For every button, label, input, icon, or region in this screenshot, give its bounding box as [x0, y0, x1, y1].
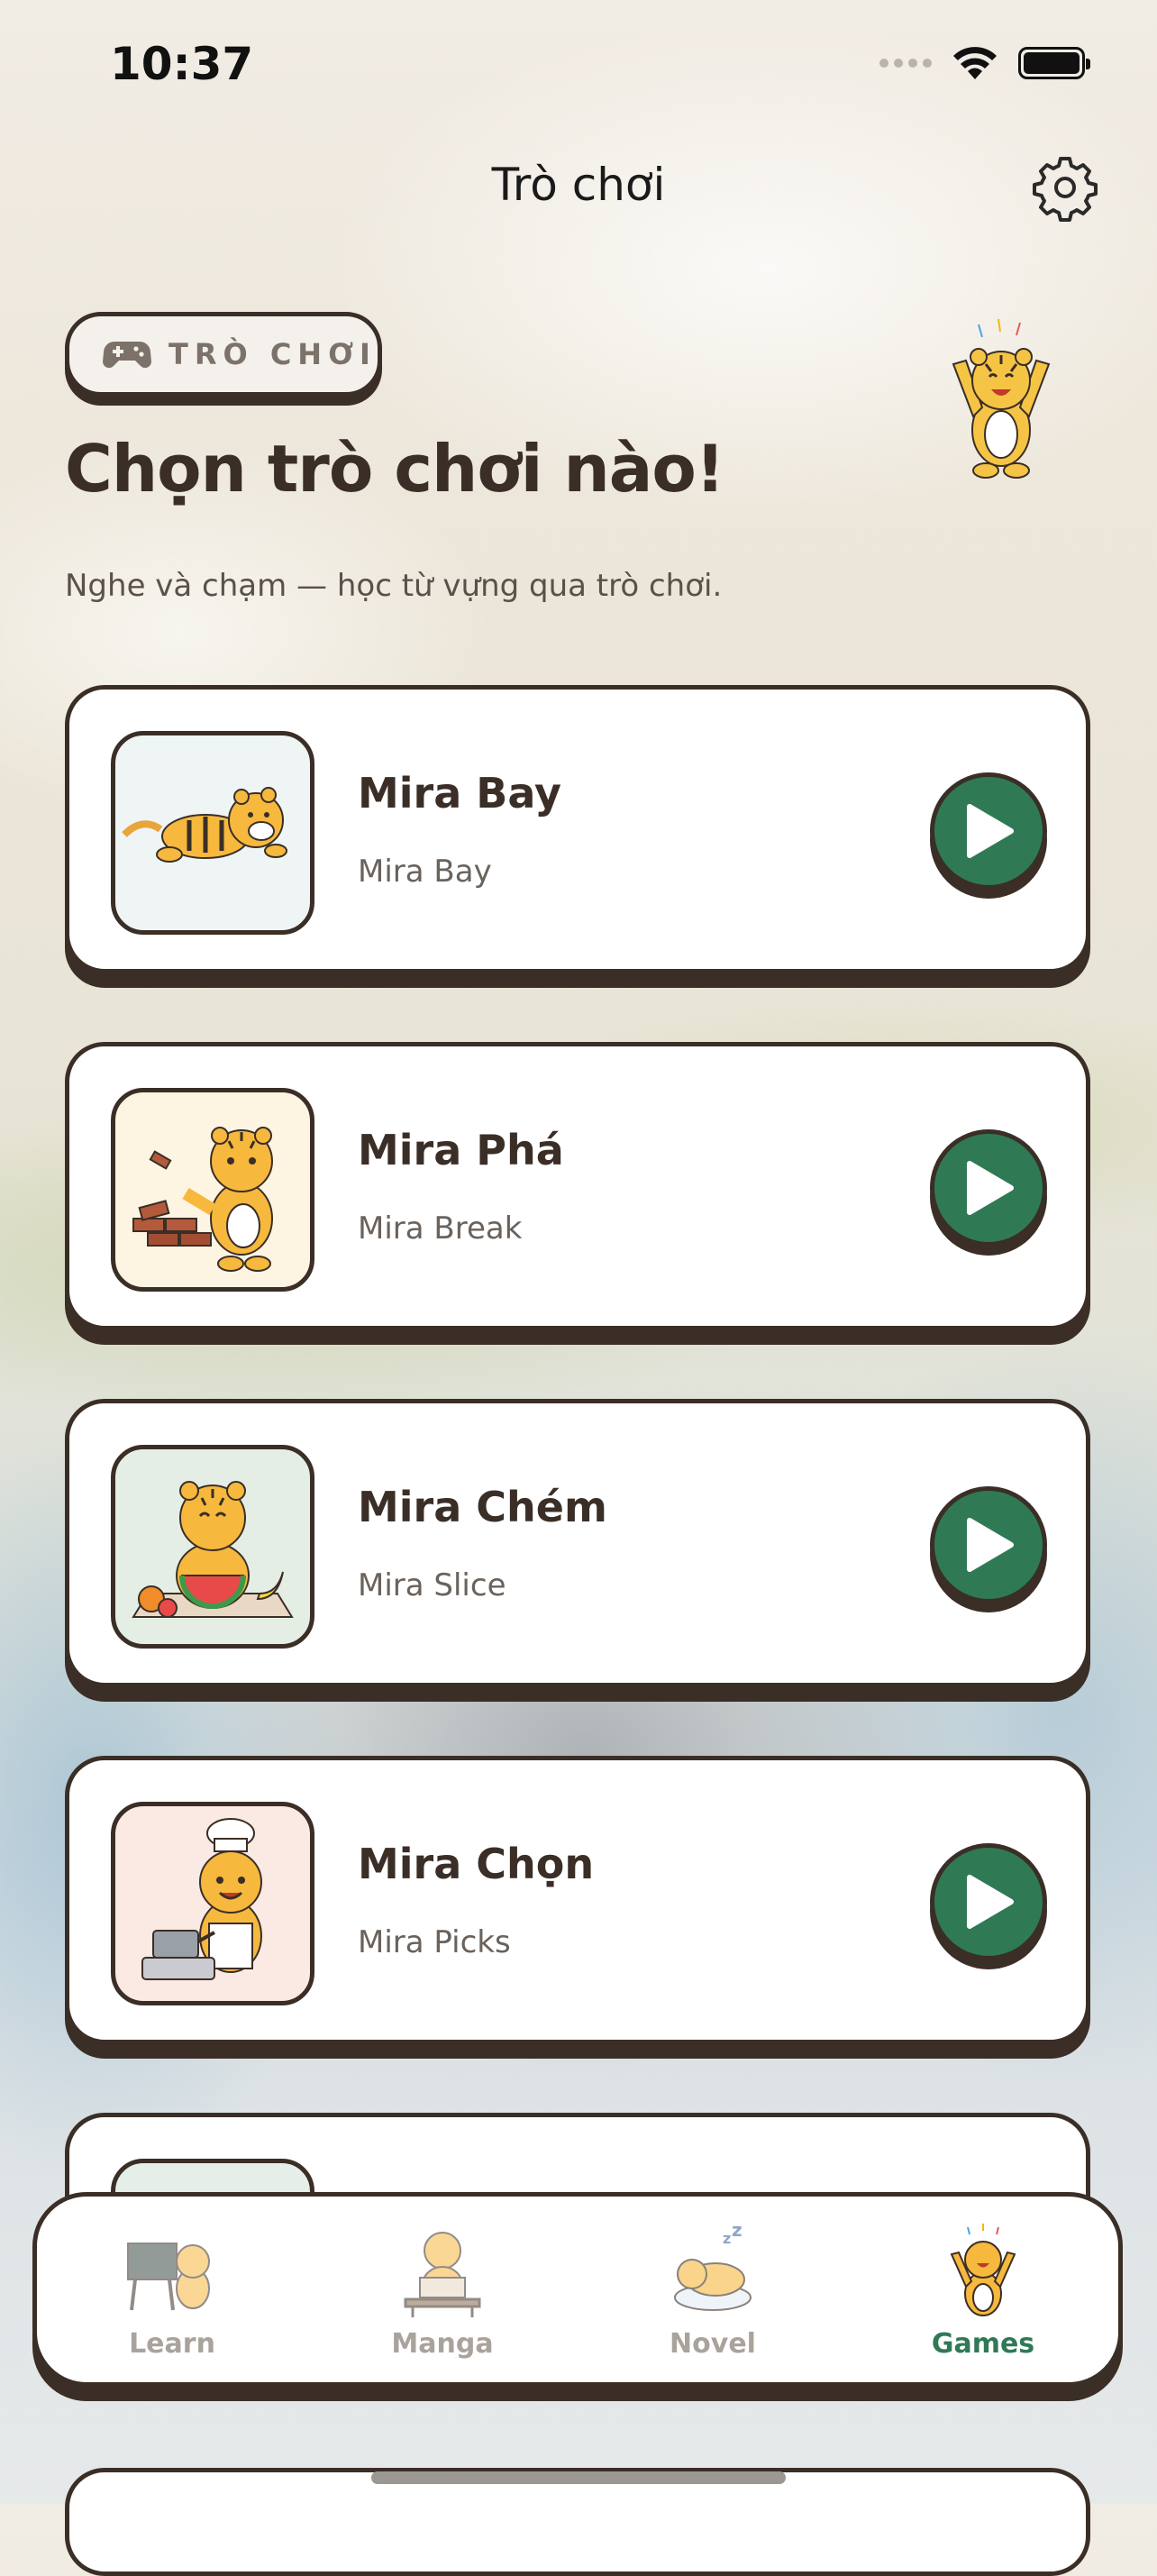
- game-subtitle: Mira Slice: [358, 1567, 506, 1603]
- game-card-mira-chon[interactable]: Mira Chọn Mira Picks: [65, 1756, 1090, 2044]
- svg-text:z: z: [723, 2230, 731, 2247]
- bottom-tab-bar: Learn Manga z z Novel Games: [32, 2192, 1123, 2387]
- tiger-chalkboard-icon: [127, 2243, 210, 2311]
- status-icons: [879, 45, 1090, 81]
- play-icon: [967, 1518, 1014, 1572]
- game-subtitle: Mira Break: [358, 1210, 523, 1247]
- game-card-mira-bay[interactable]: Mira Bay Mira Bay: [65, 685, 1090, 973]
- section-pill-label: TRÒ CHƠI: [169, 337, 377, 371]
- tiger-breaking-bricks-image: [132, 1127, 273, 1272]
- tiger-cheering-icon: [950, 2224, 1016, 2316]
- cellular-signal-icon: [879, 59, 932, 68]
- flying-tiger-image: [122, 787, 287, 863]
- tab-label: Learn: [129, 2328, 215, 2360]
- page-title: Trò chơi: [491, 159, 666, 211]
- tiger-sleeping-icon: z z: [674, 2224, 752, 2311]
- tab-label: Novel: [670, 2328, 756, 2360]
- game-thumbnail: [111, 1802, 314, 2005]
- play-button[interactable]: [930, 1843, 1047, 1960]
- game-card-mira-chem[interactable]: Mira Chém Mira Slice: [65, 1399, 1090, 1687]
- main-heading: Chọn trò chơi nào!: [65, 431, 725, 507]
- wifi-icon: [953, 47, 997, 79]
- battery-icon: [1018, 47, 1090, 79]
- game-subtitle: Mira Picks: [358, 1924, 511, 1960]
- tab-label: Games: [931, 2328, 1035, 2360]
- settings-gear-icon[interactable]: [1031, 153, 1099, 222]
- tab-learn[interactable]: Learn: [37, 2197, 307, 2382]
- tab-games[interactable]: Games: [848, 2197, 1118, 2382]
- tiger-chef-cooking-image: [141, 1818, 262, 1980]
- tab-label: Manga: [391, 2328, 494, 2360]
- play-button[interactable]: [930, 1129, 1047, 1247]
- game-card-mira-pha[interactable]: Mira Phá Mira Break: [65, 1042, 1090, 1330]
- play-icon: [967, 1161, 1014, 1215]
- section-pill: TRÒ CHƠI: [65, 312, 382, 397]
- game-title: Mira Chọn: [358, 1840, 595, 1888]
- home-indicator[interactable]: [371, 2471, 786, 2484]
- game-subtitle: Mira Bay: [358, 854, 492, 890]
- tiger-reading-icon: [404, 2232, 481, 2317]
- tab-manga[interactable]: Manga: [307, 2197, 578, 2382]
- tab-novel[interactable]: z z Novel: [578, 2197, 848, 2382]
- status-time: 10:37: [110, 38, 254, 90]
- tiger-mascot-cheering: [952, 318, 1051, 479]
- play-icon: [967, 804, 1014, 858]
- card-behind-tabbar: [65, 2468, 1090, 2576]
- game-thumbnail: [111, 731, 314, 935]
- game-title: Mira Chém: [358, 1483, 607, 1531]
- play-icon: [967, 1875, 1014, 1929]
- play-button[interactable]: [930, 772, 1047, 890]
- main-subtitle: Nghe và chạm — học từ vựng qua trò chơi.: [65, 568, 723, 604]
- game-thumbnail: [111, 1088, 314, 1292]
- game-thumbnail: [111, 1445, 314, 1649]
- play-button[interactable]: [930, 1486, 1047, 1603]
- gamepad-icon: [102, 342, 152, 369]
- tiger-eating-fruit-image: [132, 1481, 294, 1618]
- game-title: Mira Phá: [358, 1126, 564, 1174]
- game-title: Mira Bay: [358, 769, 561, 818]
- svg-text:z: z: [732, 2224, 742, 2241]
